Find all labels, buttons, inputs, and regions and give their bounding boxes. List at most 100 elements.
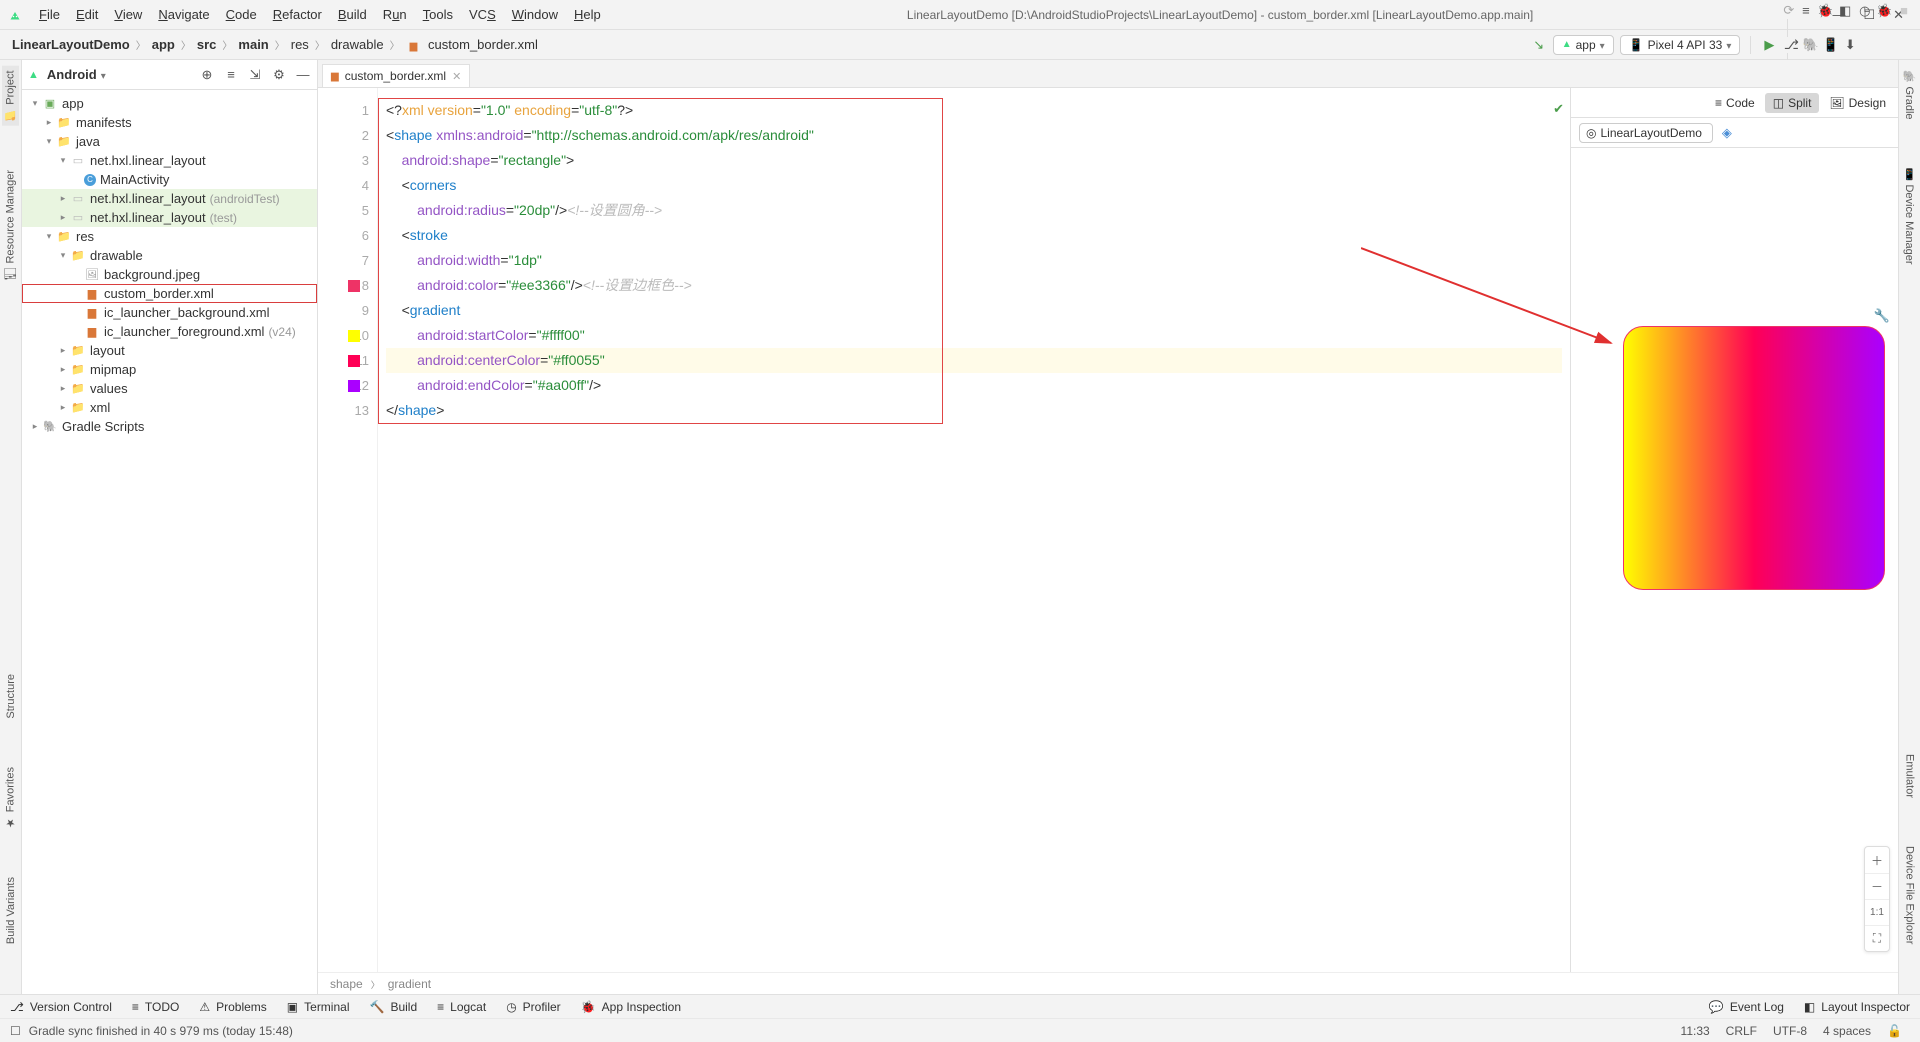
coverage-icon[interactable]: ◧ [1837,3,1853,19]
tree-node[interactable]: ▸📁mipmap [22,360,317,379]
git-icon[interactable]: ⎇ [1783,37,1799,53]
device-selector[interactable]: 📱Pixel 4 API 33 [1620,35,1741,55]
tree-node[interactable]: CMainActivity [22,170,317,189]
tree-node[interactable]: ▸📁layout [22,341,317,360]
project-view-selector[interactable]: Android [47,67,97,82]
tree-node[interactable]: ▸📁xml [22,398,317,417]
file-encoding[interactable]: UTF-8 [1765,1024,1815,1038]
tree-node[interactable]: ▾📁res [22,227,317,246]
tree-node[interactable]: ▾▭net.hxl.linear_layout [22,151,317,170]
code-editor[interactable]: ✔ <?xml version="1.0" encoding="utf-8"?>… [378,88,1570,972]
menu-refactor[interactable]: Refactor [266,4,329,25]
mode-split[interactable]: ◫ Split [1765,93,1820,113]
crumb-item[interactable]: res [287,35,313,54]
mode-code[interactable]: ≡ Code [1707,93,1763,113]
menu-help[interactable]: Help [567,4,608,25]
hide-panel-icon[interactable]: — [295,67,311,83]
tab-close-icon[interactable]: ✕ [452,70,461,83]
tool-app-inspection[interactable]: 🐞 App Inspection [571,1000,691,1014]
locate-file-icon[interactable]: ⊕ [199,67,215,83]
layers-icon[interactable]: ◈ [1719,125,1735,141]
left-tab-structure[interactable]: Structure [3,670,19,723]
project-tree[interactable]: ▾▣app▸📁manifests▾📁java▾▭net.hxl.linear_l… [22,90,317,994]
left-tab-favorites[interactable]: ★ Favorites [2,763,19,833]
line-separator[interactable]: CRLF [1718,1024,1765,1038]
crumb-item[interactable]: drawable [327,35,388,54]
indent-setting[interactable]: 4 spaces [1815,1024,1879,1038]
zoom-in-button[interactable]: ＋ [1865,847,1889,873]
crumb-item[interactable]: main [234,35,272,54]
left-tab-project[interactable]: 📁 Project [2,66,19,126]
tree-node[interactable]: ▆ic_launcher_background.xml [22,303,317,322]
build-button[interactable]: ↘ [1531,37,1547,53]
breadcrumb-item[interactable]: gradient [388,977,431,991]
menu-vcs[interactable]: VCS [462,4,503,25]
menu-run[interactable]: Run [376,4,414,25]
mode-design[interactable]: 🖼 Design [1821,93,1894,113]
tree-node[interactable]: ▾📁java [22,132,317,151]
tree-node[interactable]: ▸📁manifests [22,113,317,132]
avd-manager-icon[interactable]: 📱 [1823,37,1839,53]
tree-node[interactable]: ▆custom_border.xml [22,284,317,303]
tree-node[interactable]: ▸📁values [22,379,317,398]
menu-file[interactable]: FFileile [32,4,67,25]
tool-version-control[interactable]: ⎇ Version Control [0,1000,122,1014]
zoom-fit-button[interactable]: ⛶ [1865,925,1889,951]
tool-todo[interactable]: ≡ TODO [122,1000,189,1014]
tool-build[interactable]: 🔨 Build [360,1000,428,1014]
tree-node[interactable]: ▆ic_launcher_foreground.xml(v24) [22,322,317,341]
tree-node[interactable]: ▾▣app [22,94,317,113]
expand-all-icon[interactable]: ≡ [223,67,239,83]
stop-button[interactable]: ■ [1896,2,1912,18]
collapse-all-icon[interactable]: ⇲ [247,67,263,83]
tree-node[interactable]: ▸▭net.hxl.linear_layout(androidTest) [22,189,317,208]
debug-icon-1[interactable]: ≡ [1798,2,1814,18]
inspection-ok-icon[interactable]: ✔ [1553,96,1564,121]
preview-surface[interactable]: 🔧 ＋ － 1:1 ⛶ [1571,148,1898,972]
left-tab-build-variants[interactable]: Build Variants [3,873,19,948]
crumb-item[interactable]: LinearLayoutDemo [8,35,134,54]
readonly-icon[interactable]: 🔓 [1879,1024,1910,1038]
menu-edit[interactable]: Edit [69,4,105,25]
tool-terminal[interactable]: ▣ Terminal [277,1000,360,1014]
zoom-controls: ＋ － 1:1 ⛶ [1864,846,1890,952]
menu-view[interactable]: View [107,4,149,25]
profiler-icon[interactable]: ◷ [1857,3,1873,19]
menu-navigate[interactable]: Navigate [151,4,216,25]
wrench-icon[interactable]: 🔧 [1874,308,1890,324]
tree-node[interactable]: ▸🐘Gradle Scripts [22,417,317,436]
tool-layout-inspector[interactable]: ◧ Layout Inspector [1794,1000,1920,1014]
menu-code[interactable]: Code [219,4,264,25]
right-tab-gradle[interactable]: 🐘 Gradle [1901,66,1918,124]
run-config-selector[interactable]: ▲app [1553,35,1614,55]
crumb-item[interactable]: ▆ custom_border.xml [402,35,546,54]
crumb-item[interactable]: src [193,35,221,54]
breadcrumb-item[interactable]: shape [330,977,363,991]
right-tab-emulator[interactable]: Emulator [1902,750,1918,802]
tool-event-log[interactable]: 💬 Event Log [1699,1000,1794,1014]
zoom-out-button[interactable]: － [1865,873,1889,899]
debug-button[interactable]: 🐞 [1818,3,1834,19]
attach-debugger-icon[interactable]: 🐞 [1876,3,1892,19]
preview-config-selector[interactable]: ◎LinearLayoutDemo [1579,123,1713,143]
menu-tools[interactable]: Tools [416,4,460,25]
cursor-position[interactable]: 11:33 [1673,1024,1718,1038]
tool-profiler[interactable]: ◷ Profiler [496,1000,571,1014]
tree-node[interactable]: ▸▭net.hxl.linear_layout(test) [22,208,317,227]
sdk-manager-icon[interactable]: ⬇ [1842,37,1858,53]
zoom-reset-button[interactable]: 1:1 [1865,899,1889,925]
editor-tab[interactable]: ▆ custom_border.xml ✕ [322,64,470,87]
right-tab-device-file-explorer[interactable]: Device File Explorer [1902,842,1918,948]
sync-gradle-icon[interactable]: 🐘 [1803,37,1819,53]
run-button[interactable]: ▶ [1761,37,1777,53]
tool-logcat[interactable]: ≡ Logcat [427,1000,496,1014]
tree-node[interactable]: ▾📁drawable [22,246,317,265]
menu-build[interactable]: Build [331,4,374,25]
menu-window[interactable]: Window [505,4,565,25]
tool-problems[interactable]: ⚠ Problems [189,1000,276,1014]
right-tab-device-manager[interactable]: 📱 Device Manager [1901,164,1918,269]
panel-settings-icon[interactable]: ⚙ [271,67,287,83]
crumb-item[interactable]: app [148,35,179,54]
left-tab-resource-manager[interactable]: 🗂 Resource Manager [2,166,19,286]
tree-node[interactable]: 🖼background.jpeg [22,265,317,284]
